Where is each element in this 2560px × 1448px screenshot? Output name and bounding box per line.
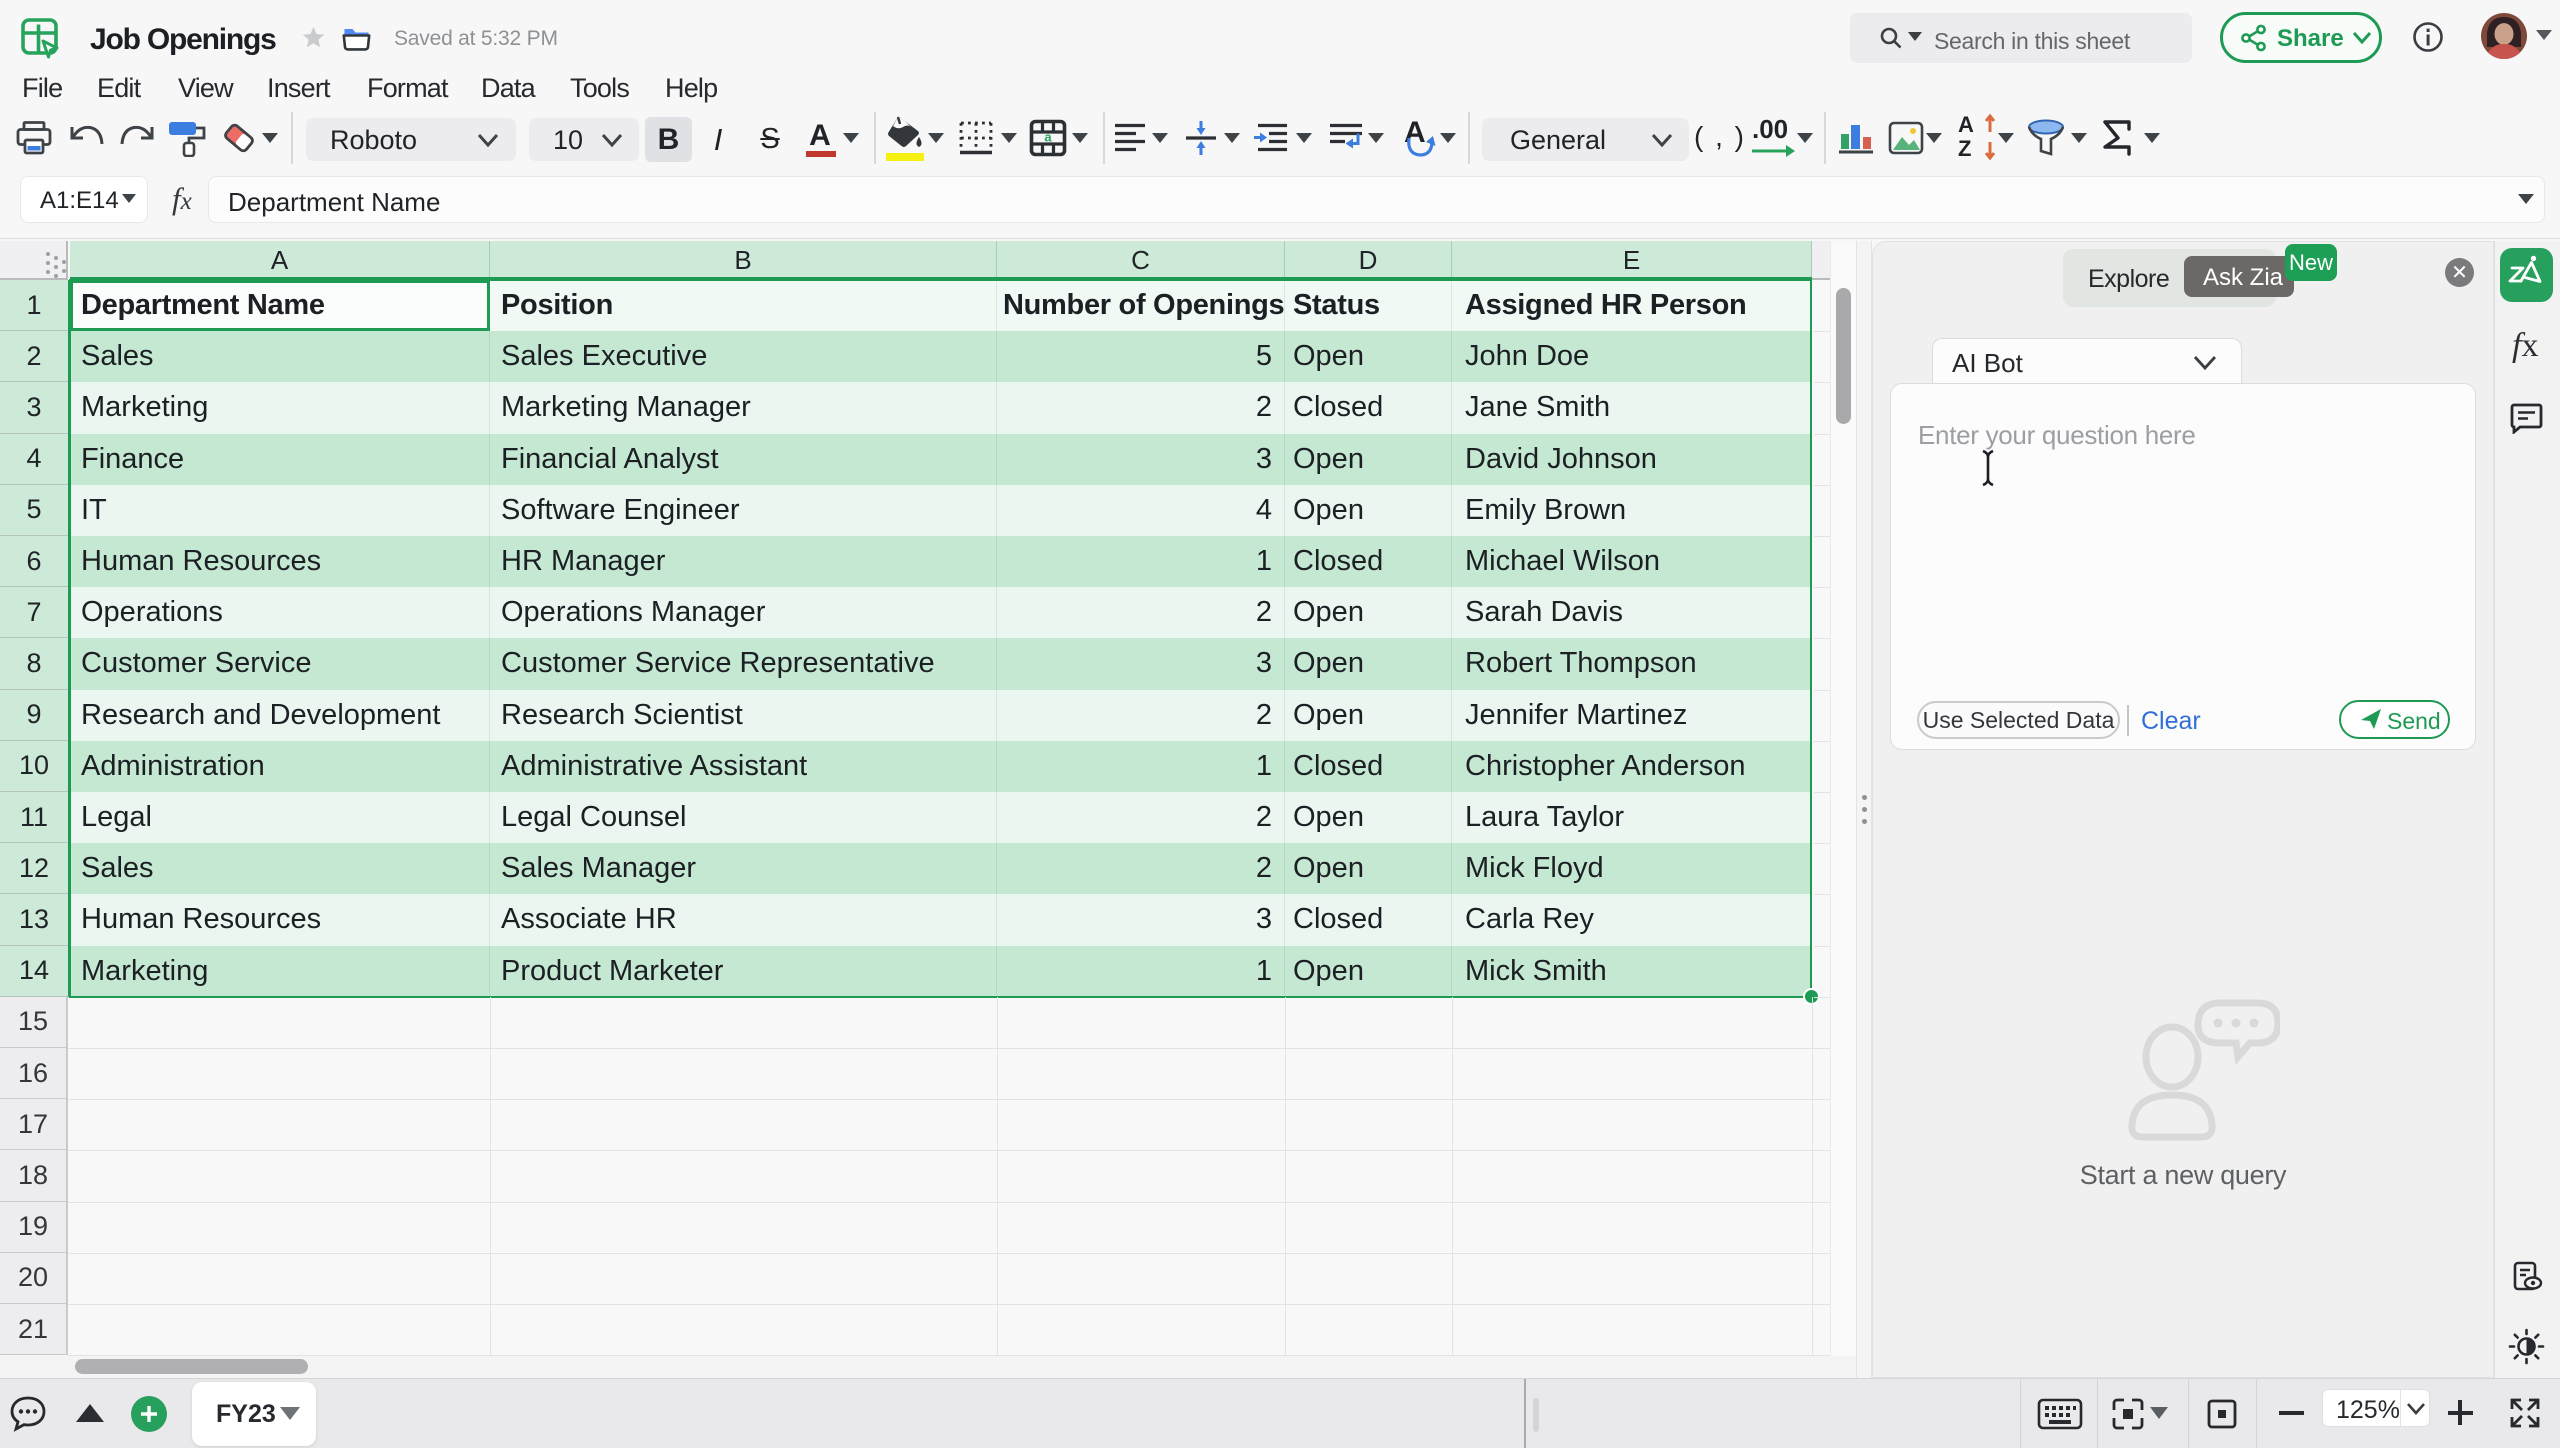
svg-text:a: a [1044, 130, 1052, 145]
